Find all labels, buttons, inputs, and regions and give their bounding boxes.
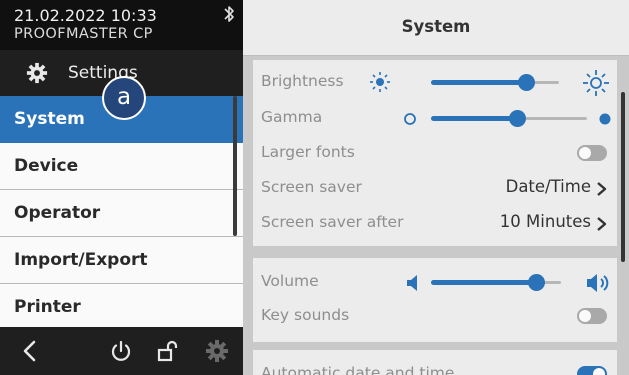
status-datetime: 21.02.2022 10:33: [14, 6, 157, 25]
brightness-high-icon: [583, 70, 609, 96]
key-sounds-toggle[interactable]: [577, 308, 607, 324]
page-title: System: [401, 17, 471, 36]
bluetooth-icon: [224, 6, 234, 22]
sidebar-footer: [0, 327, 243, 375]
chevron-right-icon: [597, 217, 607, 231]
volume-slider[interactable]: [431, 266, 561, 298]
sidebar-scrollbar[interactable]: [233, 96, 237, 236]
larger-fonts-toggle[interactable]: [577, 145, 607, 161]
brightness-low-icon: [370, 72, 390, 92]
back-icon[interactable]: [16, 337, 44, 365]
brightness-slider[interactable]: [431, 66, 559, 98]
datetime-settings-card: Automatic date and time: [253, 350, 617, 375]
brightness-label: Brightness: [261, 72, 344, 90]
sidebar-item-device[interactable]: Device: [0, 143, 243, 190]
volume-low-icon: [407, 275, 417, 291]
brightness-row: Brightness: [253, 66, 617, 98]
screen-saver-label: Screen saver: [261, 178, 362, 196]
annotation-marker: a: [102, 76, 146, 120]
volume-high-icon: [587, 274, 609, 292]
chevron-right-icon: [597, 182, 607, 196]
sidebar: 21.02.2022 10:33 PROOFMASTER CP Settings…: [0, 0, 243, 375]
display-settings-card: Brightness Gamma Larger fonts Screen sav…: [253, 60, 617, 246]
auto-datetime-toggle[interactable]: [577, 366, 607, 375]
screen-saver-row[interactable]: Screen saver Date/Time: [253, 172, 617, 204]
status-device-name: PROOFMASTER CP: [14, 26, 153, 42]
sidebar-item-printer[interactable]: Printer: [0, 284, 243, 331]
gamma-slider[interactable]: [431, 102, 587, 134]
volume-label: Volume: [261, 272, 319, 290]
sidebar-menu: System Device Operator Import/Export Pri…: [0, 96, 243, 331]
auto-datetime-label: Automatic date and time: [261, 364, 455, 375]
screen-saver-after-row[interactable]: Screen saver after 10 Minutes: [253, 207, 617, 239]
key-sounds-label: Key sounds: [261, 306, 350, 324]
unlock-icon[interactable]: [154, 337, 182, 365]
gear-icon[interactable]: [203, 337, 231, 365]
power-icon[interactable]: [107, 337, 135, 365]
volume-row: Volume: [253, 266, 617, 298]
status-bar: 21.02.2022 10:33 PROOFMASTER CP: [0, 0, 243, 50]
screen-saver-value: Date/Time: [505, 177, 591, 196]
gear-icon: [26, 62, 48, 84]
sound-settings-card: Volume Key sounds: [253, 258, 617, 342]
main-panel: System Brightness Gamma Larger fonts Scr…: [243, 0, 629, 375]
auto-datetime-row: Automatic date and time: [253, 358, 617, 375]
larger-fonts-row: Larger fonts: [253, 137, 617, 169]
gamma-high-icon: [599, 113, 611, 125]
larger-fonts-label: Larger fonts: [261, 143, 355, 161]
sidebar-item-import-export[interactable]: Import/Export: [0, 237, 243, 284]
gamma-low-icon: [404, 113, 416, 125]
screen-saver-after-value: 10 Minutes: [499, 212, 591, 231]
sidebar-item-operator[interactable]: Operator: [0, 190, 243, 237]
screen-saver-after-label: Screen saver after: [261, 213, 404, 231]
page-header: System: [243, 0, 629, 56]
main-scrollbar[interactable]: [621, 92, 625, 262]
gamma-label: Gamma: [261, 108, 323, 126]
key-sounds-row: Key sounds: [253, 300, 617, 332]
gamma-row: Gamma: [253, 102, 617, 134]
